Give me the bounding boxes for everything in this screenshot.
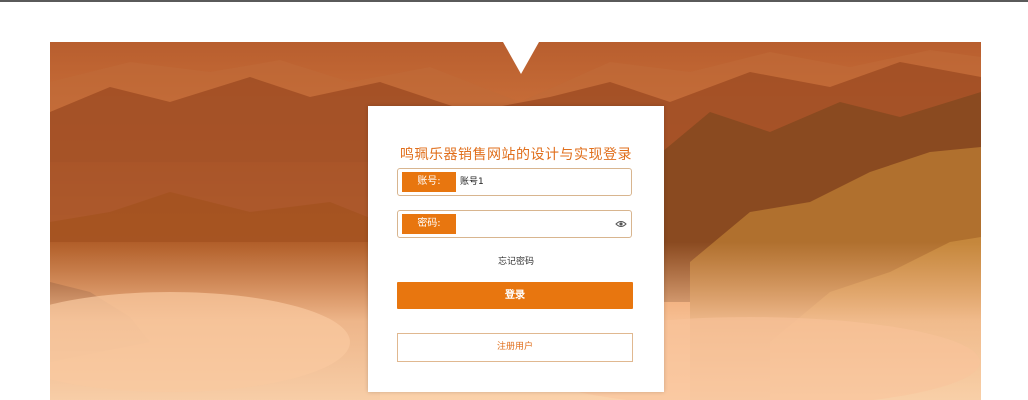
login-button[interactable]: 登录 xyxy=(397,282,633,309)
top-border xyxy=(0,0,1028,2)
password-field[interactable]: 密码: xyxy=(397,210,632,238)
account-label: 账号: xyxy=(402,172,456,192)
password-label: 密码: xyxy=(402,214,456,234)
header-notch xyxy=(503,42,539,74)
account-input[interactable]: 账号1 xyxy=(460,169,484,195)
login-title: 鸣珮乐器销售网站的设计与实现登录 xyxy=(400,147,632,163)
eye-icon[interactable] xyxy=(615,219,627,229)
forgot-password-link[interactable]: 忘记密码 xyxy=(368,254,664,267)
account-field[interactable]: 账号: 账号1 xyxy=(397,168,632,196)
register-button[interactable]: 注册用户 xyxy=(397,333,633,362)
login-card: 鸣珮乐器销售网站的设计与实现登录 账号: 账号1 密码: 忘记密码 登录 注册用… xyxy=(368,106,664,392)
